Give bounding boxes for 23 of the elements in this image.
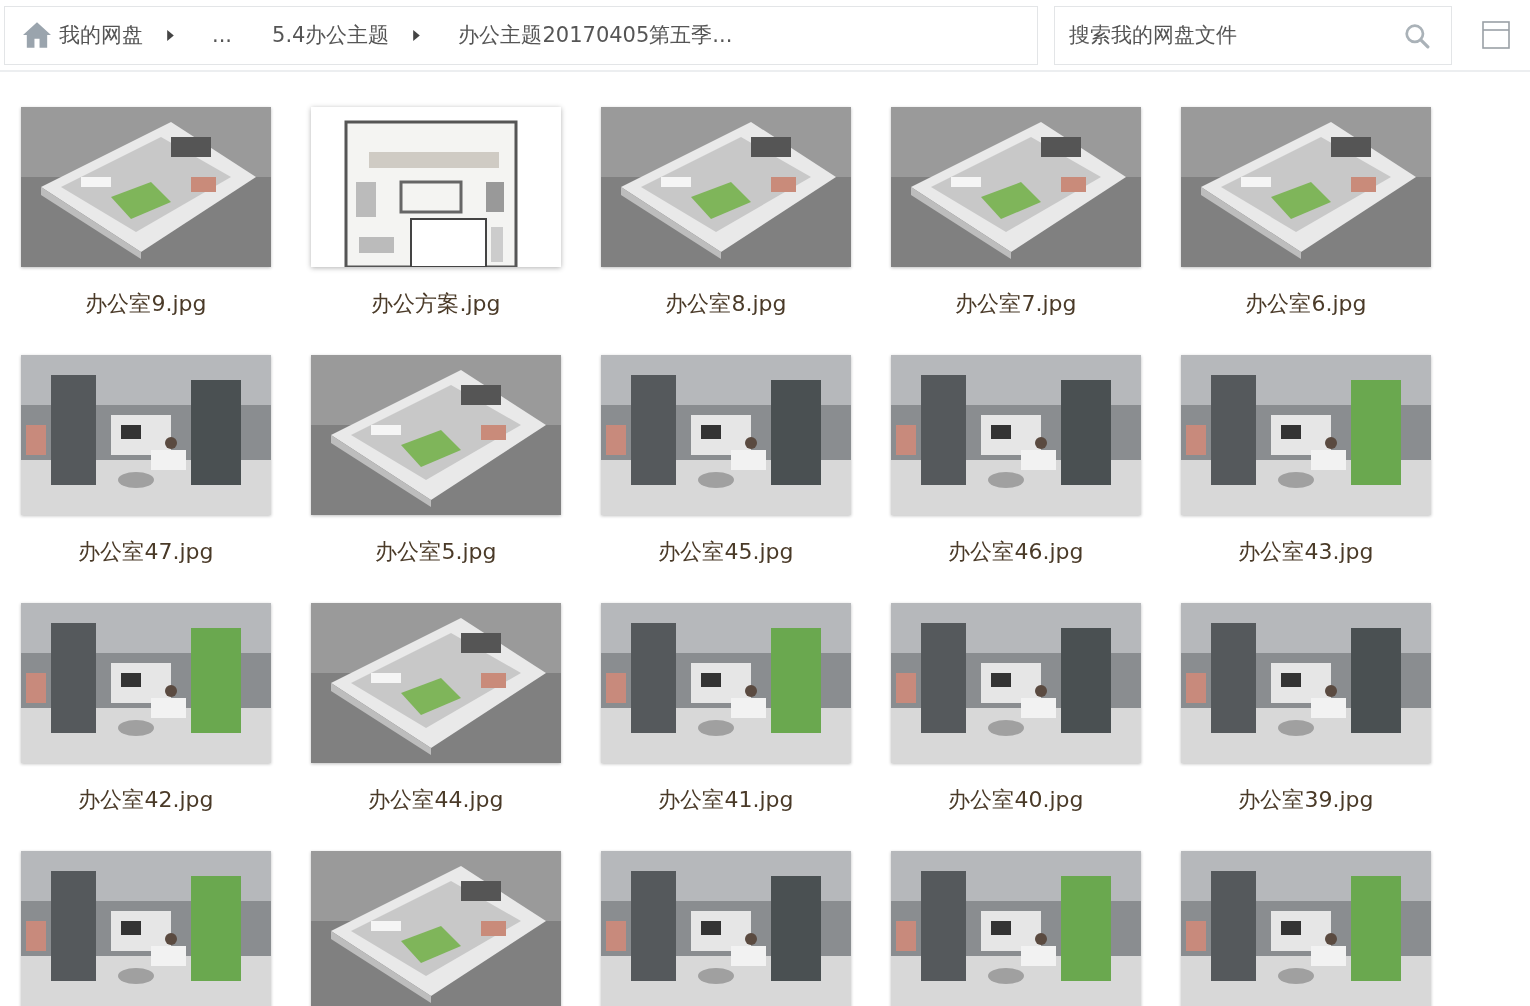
file-name[interactable]: 办公室41.jpg — [658, 781, 794, 819]
file-name[interactable]: 办公方案.jpg — [371, 285, 501, 323]
breadcrumb-link[interactable]: ... — [212, 23, 233, 47]
breadcrumb-link[interactable]: 办公主题20170405第五季... — [458, 21, 733, 49]
caret-icon — [413, 29, 421, 41]
file-name[interactable]: 办公室43.jpg — [1238, 533, 1374, 571]
home-link[interactable]: 我的网盘 — [21, 21, 143, 49]
search-field[interactable]: 搜索我的网盘文件 — [1054, 5, 1452, 65]
file-name[interactable]: 办公室44.jpg — [368, 781, 504, 819]
file-name[interactable]: 办公室47.jpg — [78, 533, 214, 571]
file-name[interactable]: 办公室39.jpg — [1238, 781, 1374, 819]
file-name[interactable]: 办公室5.jpg — [375, 533, 497, 571]
file-name[interactable]: 办公室7.jpg — [955, 285, 1077, 323]
caret-icon — [167, 29, 174, 41]
file-name[interactable]: 办公室40.jpg — [948, 781, 1084, 819]
file-name[interactable]: 办公室46.jpg — [948, 533, 1084, 571]
panel-toggle-icon[interactable] — [1482, 21, 1510, 49]
file-name[interactable]: 办公室42.jpg — [78, 781, 214, 819]
file-name[interactable]: 办公室9.jpg — [85, 285, 207, 323]
file-name[interactable]: 办公室45.jpg — [658, 533, 794, 571]
breadcrumb-link[interactable]: 5.4办公主题 — [272, 21, 390, 49]
file-name[interactable]: 办公室8.jpg — [665, 285, 787, 323]
file-name[interactable]: 办公室6.jpg — [1245, 285, 1367, 323]
